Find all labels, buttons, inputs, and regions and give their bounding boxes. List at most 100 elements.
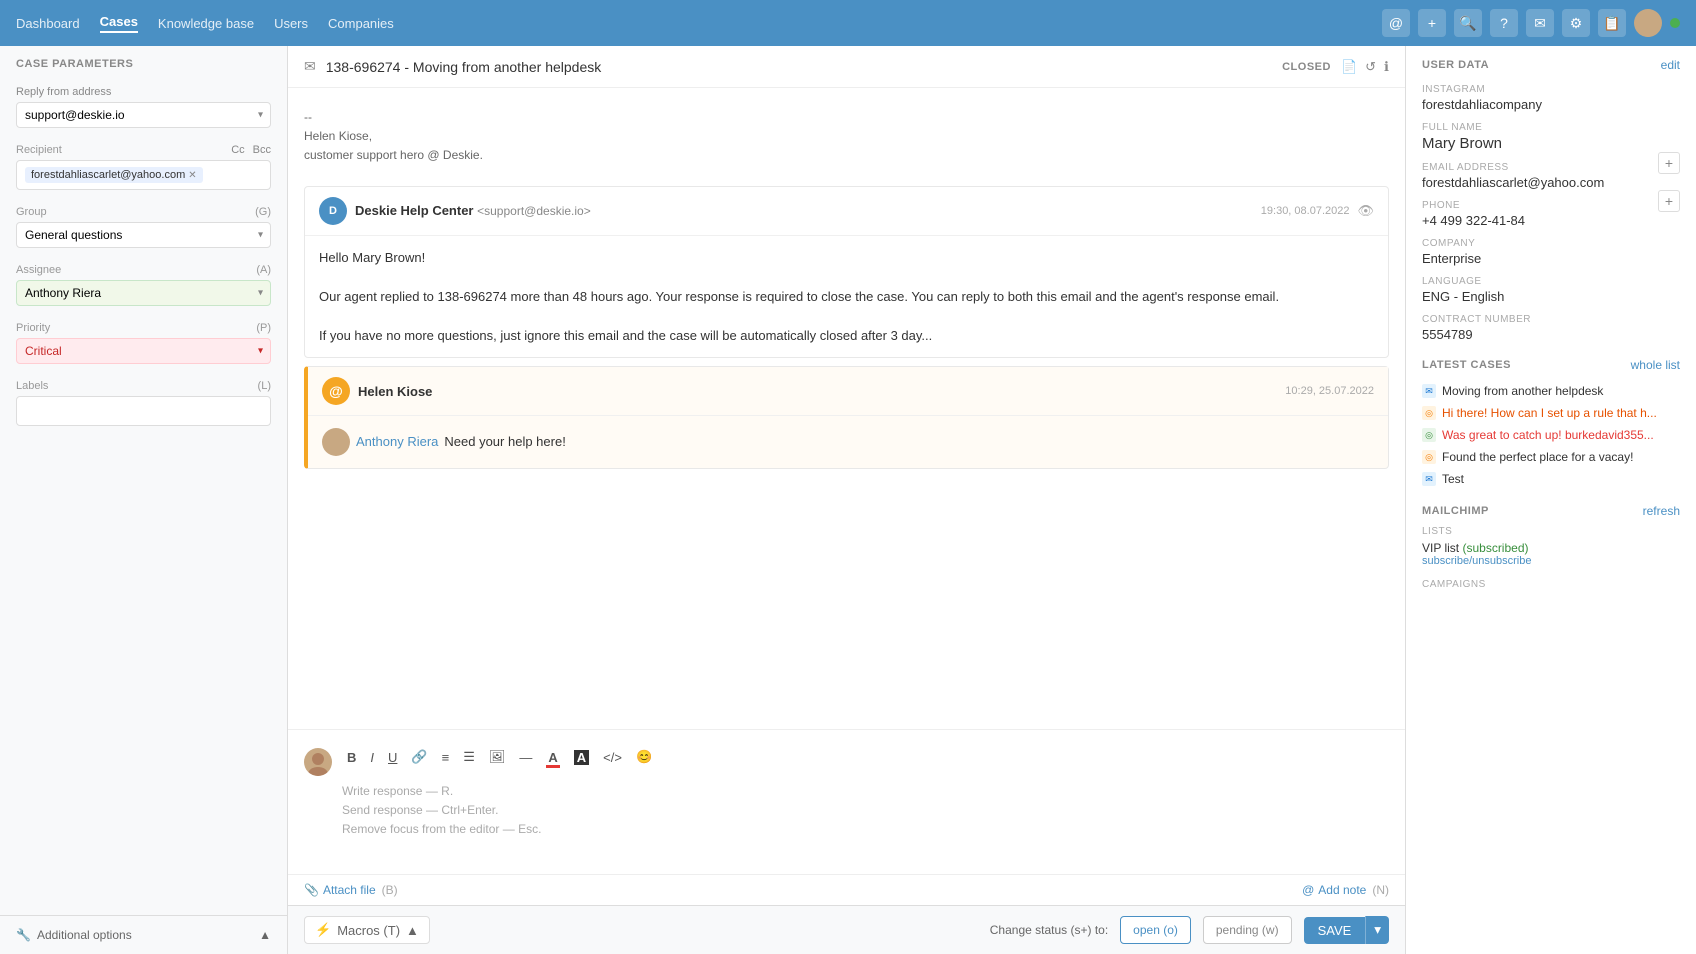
editor-area: B I U 🔗 ≡ ☰ 🖼 — A A </> 😊 Write	[288, 729, 1405, 905]
link-button[interactable]: 🔗	[406, 746, 432, 768]
pending-status-button[interactable]: pending (w)	[1203, 916, 1292, 944]
latest-cases-title: LATEST CASES	[1422, 359, 1511, 371]
attach-file-link[interactable]: 📎 Attach file (B)	[304, 883, 398, 897]
history-icon[interactable]: ↺	[1365, 59, 1376, 75]
avatar[interactable]	[1634, 9, 1662, 37]
mailchimp-header: Mailchimp refresh	[1422, 504, 1680, 518]
nav-dashboard[interactable]: Dashboard	[16, 16, 80, 31]
eye-icon[interactable]: 👁	[1357, 203, 1374, 219]
full-name-label: FULL NAME	[1422, 122, 1680, 133]
assignee-label: Assignee (A)	[16, 264, 271, 276]
editor-content-area[interactable]: Write response — R. Send response — Ctrl…	[342, 774, 1389, 874]
bcc-link[interactable]: Bcc	[253, 144, 271, 156]
open-status-button[interactable]: open (o)	[1120, 916, 1191, 944]
emoji-button[interactable]: 😊	[631, 746, 657, 768]
subscribe-unsubscribe-link[interactable]: subscribe/unsubscribe	[1422, 555, 1680, 567]
full-name-value: Mary Brown	[1422, 135, 1680, 152]
case-item-5[interactable]: ✉ Test	[1422, 468, 1680, 490]
assignee-section: Assignee (A) Anthony Riera	[0, 256, 287, 314]
cc-link[interactable]: Cc	[231, 144, 244, 156]
search-icon[interactable]: 🔍	[1454, 9, 1482, 37]
background-color-button[interactable]: A	[569, 747, 594, 768]
chevron-up-icon: ▲	[259, 928, 271, 942]
mention-sender: Helen Kiose	[358, 384, 432, 399]
assignee-select[interactable]: Anthony Riera	[16, 280, 271, 306]
whole-list-link[interactable]: whole list	[1631, 358, 1680, 372]
nav-users[interactable]: Users	[274, 16, 308, 31]
contract-value: 5554789	[1422, 327, 1680, 342]
editor-toolbar: B I U 🔗 ≡ ☰ 🖼 — A A </> 😊	[342, 740, 1389, 774]
mention-body: Anthony Riera Need your help here!	[308, 416, 1388, 468]
add-email-button[interactable]: +	[1658, 152, 1680, 174]
mention-avatar	[322, 428, 350, 456]
message-card-mention: @ Helen Kiose 10:29, 25.07.2022 Anthony …	[304, 366, 1389, 469]
image-button[interactable]: 🖼	[484, 746, 511, 768]
separator-button[interactable]: —	[514, 747, 537, 768]
online-indicator	[1670, 18, 1680, 28]
nav-companies[interactable]: Companies	[328, 16, 394, 31]
mention-link[interactable]: Anthony Riera	[356, 432, 438, 452]
reply-from-select[interactable]: support@deskie.io	[16, 102, 271, 128]
labels-input[interactable]	[16, 396, 271, 426]
message-card-deskie: D Deskie Help Center <support@deskie.io>…	[304, 186, 1389, 359]
mail-icon[interactable]: ✉	[1526, 9, 1554, 37]
mention-card-header: @ Helen Kiose 10:29, 25.07.2022	[308, 367, 1388, 416]
save-copy-icon[interactable]: 📄	[1341, 59, 1357, 75]
lists-label: LISTS	[1422, 526, 1680, 537]
nav-cases[interactable]: Cases	[100, 14, 138, 33]
italic-button[interactable]: I	[365, 747, 379, 768]
editor-footer: 📎 Attach file (B) @ Add note (N)	[288, 874, 1405, 905]
language-label: LANGUAGE	[1422, 276, 1680, 287]
help-icon[interactable]: ?	[1490, 9, 1518, 37]
priority-select[interactable]: Critical	[16, 338, 271, 364]
top-navigation: Dashboard Cases Knowledge base Users Com…	[0, 0, 1696, 46]
macros-button[interactable]: ⚡ Macros (T) ▲	[304, 916, 430, 944]
bold-button[interactable]: B	[342, 747, 361, 768]
clipboard-icon[interactable]: 📋	[1598, 9, 1626, 37]
cc-bcc-group: Cc Bcc	[231, 144, 271, 156]
case-item-2[interactable]: ◎ Hi there! How can I set up a rule that…	[1422, 402, 1680, 424]
case-item-1[interactable]: ✉ Moving from another helpdesk	[1422, 380, 1680, 402]
wrench-icon: 🔧	[16, 928, 31, 942]
remove-recipient[interactable]: ✕	[188, 170, 196, 181]
nav-knowledge-base[interactable]: Knowledge base	[158, 16, 254, 31]
save-dropdown-button[interactable]: ▾	[1365, 916, 1389, 944]
add-note-link[interactable]: @ Add note (N)	[1302, 883, 1389, 897]
font-color-button[interactable]: A	[541, 747, 564, 768]
chevron-up-icon: ▲	[406, 923, 419, 938]
save-button[interactable]: SAVE	[1304, 917, 1366, 944]
note-icon: @	[1302, 883, 1314, 897]
company-label: COMPANY	[1422, 238, 1680, 249]
group-select[interactable]: General questions	[16, 222, 271, 248]
refresh-link[interactable]: refresh	[1643, 504, 1680, 518]
message-sender-email: <support@deskie.io>	[477, 204, 591, 218]
case-item-3[interactable]: ◎ Was great to catch up! burkedavid355..…	[1422, 424, 1680, 446]
left-panel: CASE PARAMETERS Reply from address suppo…	[0, 46, 288, 954]
language-value: ENG - English	[1422, 289, 1680, 304]
mention-time: 10:29, 25.07.2022	[1285, 385, 1374, 397]
user-data-header: USER DATA edit	[1422, 58, 1680, 72]
group-section: Group (G) General questions	[0, 198, 287, 256]
underline-button[interactable]: U	[383, 747, 402, 768]
lightning-icon: ⚡	[315, 922, 331, 938]
list-unordered-button[interactable]: ☰	[458, 746, 480, 768]
message-time: 19:30, 08.07.2022	[1261, 205, 1350, 217]
additional-options[interactable]: 🔧 Additional options ▲	[0, 915, 287, 954]
add-phone-button[interactable]: +	[1658, 190, 1680, 212]
recipient-field[interactable]: forestdahliascarlet@yahoo.com ✕	[16, 160, 271, 190]
code-button[interactable]: </>	[598, 747, 627, 768]
messages-area[interactable]: -- Helen Kiose, customer support hero @ …	[288, 88, 1405, 729]
message-card-header: D Deskie Help Center <support@deskie.io>…	[305, 187, 1388, 236]
settings-icon[interactable]: ⚙	[1562, 9, 1590, 37]
case-header-actions: 📄 ↺ ℹ	[1341, 59, 1389, 75]
editor-avatar	[304, 748, 332, 776]
case-item-icon-green: ◎	[1422, 428, 1436, 442]
list-ordered-button[interactable]: ≡	[437, 747, 455, 768]
email-icon[interactable]: @	[1382, 9, 1410, 37]
info-icon[interactable]: ℹ	[1384, 59, 1389, 75]
campaigns-label: CAMPAIGNS	[1422, 579, 1680, 590]
edit-user-link[interactable]: edit	[1661, 58, 1680, 72]
case-item-4[interactable]: ◎ Found the perfect place for a vacay!	[1422, 446, 1680, 468]
add-icon[interactable]: +	[1418, 9, 1446, 37]
at-icon: @	[322, 377, 350, 405]
